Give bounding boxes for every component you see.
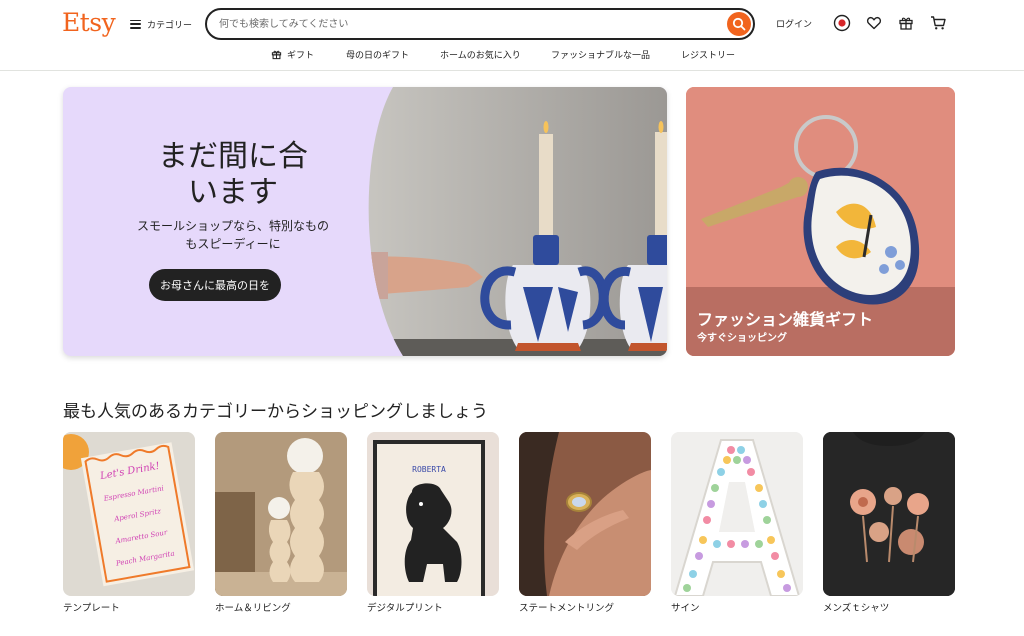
category-image: Let's Drink! Espresso Martini Aperol Spr… (63, 432, 195, 596)
category-card-mens-tshirts[interactable]: メンズｔシャツ (823, 432, 955, 614)
subnav-home-favorites[interactable]: ホームのお気に入り (440, 48, 521, 61)
category-card-templates[interactable]: Let's Drink! Espresso Martini Aperol Spr… (63, 432, 195, 614)
hamburger-icon (130, 19, 141, 29)
category-name: ホーム＆リビング (215, 603, 291, 614)
subnav-label: ホームのお気に入り (440, 51, 521, 61)
etsy-logo[interactable]: Etsy (62, 8, 116, 37)
subnav-label: レジストリー (681, 51, 736, 61)
template-menu-image: Let's Drink! Espresso Martini Aperol Spr… (63, 432, 195, 596)
popular-categories-heading: 最も人気のあるカテゴリーからショッピングしましょう (63, 402, 488, 422)
category-image (823, 432, 955, 596)
sub-navigation: ギフト 母の日のギフト ホームのお気に入り ファッショナブルな一品 レジストリー (0, 46, 1024, 64)
category-card-digital-prints[interactable]: ROBERTA デジタルプリント (367, 432, 499, 614)
fashion-gifts-promo-card[interactable]: ファッション雑貨ギフト 今すぐショッピング (686, 87, 955, 356)
subnav-label: ギフト (287, 51, 315, 61)
floral-tshirt-image (823, 432, 955, 596)
category-card-home-living[interactable]: ホーム＆リビング (215, 432, 347, 614)
category-card-statement-rings[interactable]: ステートメントリング (519, 432, 651, 614)
categories-label: カテゴリー (147, 20, 193, 31)
gift-icon (899, 17, 913, 30)
promo-title: ファッション雑貨ギフト (697, 310, 874, 329)
gift-icon (271, 50, 282, 60)
category-name: メンズｔシャツ (823, 603, 890, 614)
cart-button[interactable] (928, 13, 948, 33)
category-image: ROBERTA (367, 432, 499, 596)
dog-poster-image: ROBERTA (367, 432, 499, 596)
promo-subtitle: 今すぐショッピング (697, 333, 787, 344)
category-name: ステートメントリング (519, 603, 615, 614)
category-card-signs[interactable]: サイン (671, 432, 803, 614)
favorites-button[interactable] (864, 13, 884, 33)
ring-hand-image (519, 432, 651, 596)
search-button[interactable] (727, 12, 751, 36)
category-name: デジタルプリント (367, 603, 443, 614)
subnav-label: ファッショナブルな一品 (551, 51, 651, 61)
wavy-lamp-image (215, 432, 347, 596)
category-image (215, 432, 347, 596)
subnav-registry[interactable]: レジストリー (681, 48, 735, 61)
gifts-button[interactable] (896, 13, 916, 33)
hero-cta-button[interactable]: お母さんに最高の日を (149, 269, 281, 301)
category-name: サイン (671, 603, 700, 614)
subnav-gift[interactable]: ギフト (271, 48, 314, 61)
subnav-label: 母の日のギフト (346, 51, 410, 61)
subnav-fashion[interactable]: ファッショナブルな一品 (551, 48, 650, 61)
login-link[interactable]: ログイン (776, 17, 812, 30)
category-name: テンプレート (63, 603, 120, 614)
letter-a-sign-image (671, 432, 803, 596)
poster-text: ROBERTA (412, 465, 446, 474)
category-image (671, 432, 803, 596)
region-button[interactable] (832, 13, 852, 33)
flag-jp-icon (833, 14, 851, 32)
categories-menu-button[interactable]: カテゴリー (130, 15, 192, 33)
search-icon (732, 17, 746, 31)
subnav-mothers-day[interactable]: 母の日のギフト (346, 48, 409, 61)
hero-banner: まだ間に合います スモールショップなら、特別なものもスピーディーに お母さんに最… (63, 87, 667, 356)
hero-subtitle: スモールショップなら、特別なものもスピーディーに (136, 219, 329, 251)
site-header: Etsy カテゴリー ログイン (0, 0, 1024, 71)
search-bar (205, 8, 755, 40)
hero-title: まだ間に合います (158, 139, 308, 210)
search-input[interactable] (219, 15, 719, 33)
category-image (519, 432, 651, 596)
heart-icon (866, 16, 882, 30)
cart-icon (930, 16, 946, 30)
